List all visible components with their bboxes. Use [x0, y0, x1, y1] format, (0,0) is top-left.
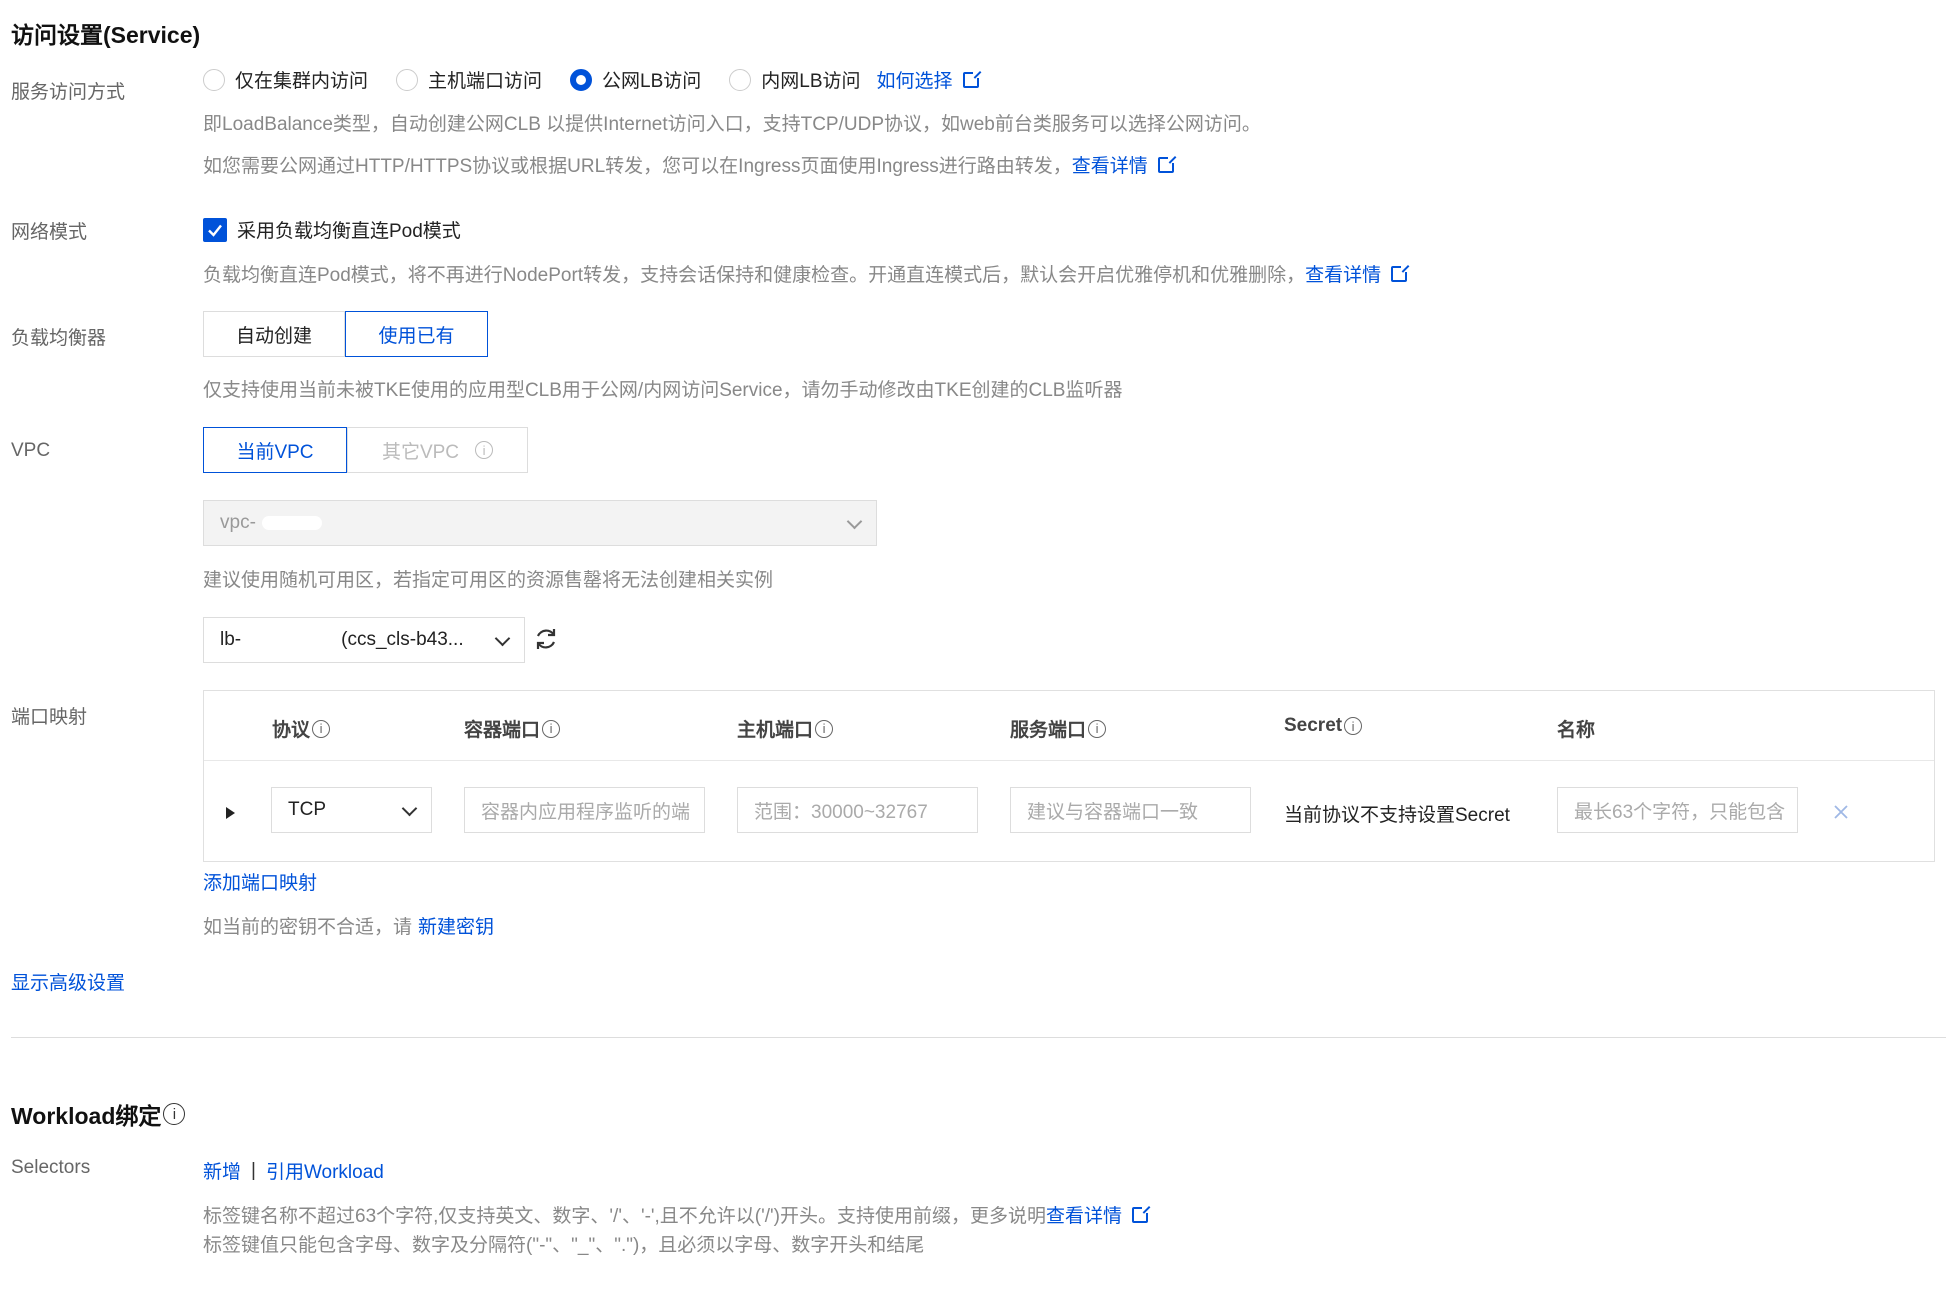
container-port-input[interactable]: 容器内应用程序监听的端	[464, 787, 705, 833]
radio-circle-selected[interactable]	[570, 68, 593, 91]
ingress-hint: 如您需要公网通过HTTP/HTTPS协议或根据URL转发，您可以在Ingress…	[203, 151, 1176, 178]
selector-key-hint: 标签键名称不超过63个字符,仅支持英文、数字、'/'、'-',且不允许以('/'…	[203, 1201, 1151, 1228]
service-access-desc: 即LoadBalance类型，自动创建公网CLB 以提供Internet访问入口…	[203, 114, 1261, 135]
port-mapping-label: 端口映射	[11, 707, 88, 728]
show-advanced-settings-link[interactable]: 显示高级设置	[11, 968, 125, 995]
radio-circle[interactable]	[396, 68, 419, 91]
direct-pod-checkbox-label: 采用负载均衡直连Pod模式	[237, 221, 461, 242]
table-divider	[204, 760, 1934, 761]
redacted-blur	[261, 516, 322, 530]
network-mode-desc: 负载均衡直连Pod模式，将不再进行NodePort转发，支持会话保持和健康检查。…	[203, 260, 1410, 287]
load-balancer-desc: 仅支持使用当前未被TKE使用的应用型CLB用于公网/内网访问Service，请勿…	[203, 380, 1123, 401]
section-title-workload: Workload绑定 i	[11, 1097, 186, 1131]
expand-row-icon[interactable]	[226, 807, 235, 819]
radio-circle[interactable]	[729, 68, 752, 91]
chevron-down-icon	[846, 513, 863, 530]
service-access-label: 服务访问方式	[11, 82, 126, 103]
vpc-label: VPC	[11, 440, 51, 461]
external-link-icon	[1157, 155, 1176, 173]
selector-details-link[interactable]: 查看详情	[1046, 1205, 1151, 1227]
ingress-details-link[interactable]: 查看详情	[1072, 155, 1176, 177]
add-selector-link[interactable]: 新增	[203, 1157, 241, 1184]
ref-workload-link[interactable]: 引用Workload	[266, 1157, 384, 1184]
info-icon: i	[542, 719, 561, 738]
lb-use-existing-button[interactable]: 使用已有	[345, 311, 488, 357]
host-port-input[interactable]: 范围：30000~32767	[737, 787, 978, 833]
vpc-current-button[interactable]: 当前VPC	[203, 427, 347, 473]
selectors-actions: 新增 | 引用Workload	[203, 1157, 384, 1184]
column-header-host-port: 主机端口 i	[737, 715, 834, 742]
info-icon: i	[815, 719, 834, 738]
vpc-select[interactable]: vpc-	[203, 500, 877, 546]
service-port-input[interactable]: 建议与容器端口一致	[1010, 787, 1251, 833]
radio-host-port[interactable]: 主机端口访问	[396, 66, 542, 93]
info-icon: i	[1344, 717, 1363, 735]
radio-cluster-only[interactable]: 仅在集群内访问	[203, 66, 368, 93]
chevron-down-icon	[494, 630, 511, 647]
protocol-select[interactable]: TCP	[271, 787, 432, 833]
network-details-link[interactable]: 查看详情	[1305, 264, 1410, 286]
lb-instance-select[interactable]: lb- (ccs_cls-b43...	[203, 617, 525, 663]
info-icon: i	[1088, 719, 1107, 738]
column-header-container-port: 容器端口 i	[464, 715, 561, 742]
checkbox-checked-icon[interactable]	[203, 217, 227, 242]
new-secret-link[interactable]: 新建密钥	[418, 917, 494, 938]
lb-auto-create-button[interactable]: 自动创建	[203, 311, 345, 357]
refresh-icon[interactable]	[533, 626, 559, 657]
add-port-mapping-link[interactable]: 添加端口映射	[203, 868, 317, 895]
external-link-icon	[1391, 264, 1410, 282]
column-header-protocol: 协议 i	[272, 715, 331, 742]
direct-pod-checkbox-row[interactable]: 采用负载均衡直连Pod模式	[203, 216, 461, 243]
vpc-other-button[interactable]: 其它VPC i	[347, 427, 528, 473]
radio-circle[interactable]	[203, 68, 225, 91]
external-link-icon	[1132, 1205, 1151, 1223]
selector-value-hint: 标签键值只能包含字母、数字及分隔符("-"、"_"、".")，且必须以字母、数字…	[203, 1235, 925, 1256]
column-header-service-port: 服务端口 i	[1010, 715, 1107, 742]
radio-private-lb[interactable]: 内网LB访问	[729, 66, 861, 93]
column-header-secret: Secret i	[1284, 715, 1363, 737]
vpc-desc: 建议使用随机可用区，若指定可用区的资源售罄将无法创建相关实例	[203, 570, 774, 591]
info-icon: i	[475, 441, 494, 459]
chevron-down-icon	[401, 800, 418, 817]
service-access-radio-group: 仅在集群内访问 主机端口访问 公网LB访问 内网LB访问 如何选择	[203, 66, 981, 93]
external-link-icon	[962, 70, 981, 88]
close-icon[interactable]	[1833, 804, 1849, 825]
secret-unsupported-text: 当前协议不支持设置Secret	[1284, 805, 1510, 826]
radio-public-lb[interactable]: 公网LB访问	[570, 66, 701, 93]
section-divider	[11, 1037, 1946, 1038]
column-header-name: 名称	[1557, 720, 1596, 741]
info-icon: i	[312, 719, 331, 738]
how-to-choose-link[interactable]: 如何选择	[877, 66, 981, 93]
info-icon: i	[163, 1103, 186, 1125]
load-balancer-label: 负载均衡器	[11, 328, 107, 349]
network-mode-label: 网络模式	[11, 222, 88, 243]
section-title-access: 访问设置(Service)	[11, 22, 201, 48]
secret-hint: 如当前的密钥不合适，请 新建密钥	[203, 917, 495, 938]
selectors-label: Selectors	[11, 1157, 91, 1178]
name-input[interactable]: 最长63个字符，只能包含	[1557, 787, 1798, 833]
separator: |	[251, 1159, 256, 1181]
